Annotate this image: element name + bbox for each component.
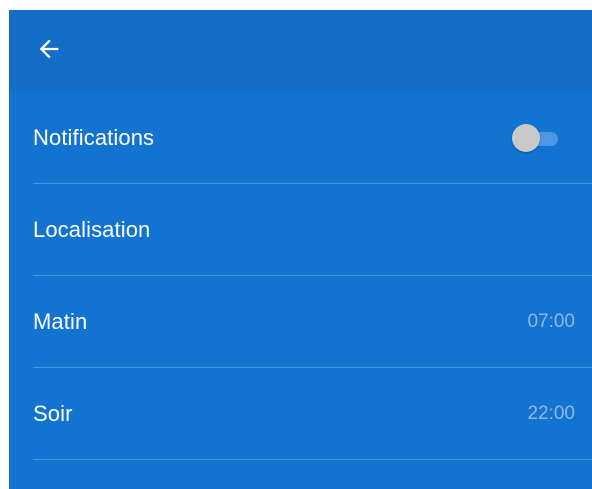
settings-row-matin[interactable]: Matin 07:00 <box>9 276 592 368</box>
matin-label: Matin <box>33 309 88 334</box>
settings-list: Notifications Localisation Matin 07:00 S… <box>9 92 592 460</box>
toggle-thumb <box>512 124 540 152</box>
settings-row-soir[interactable]: Soir 22:00 <box>9 368 592 460</box>
divider <box>33 459 592 460</box>
arrow-left-icon <box>39 39 59 59</box>
notifications-toggle[interactable] <box>512 123 560 153</box>
soir-time-value: 22:00 <box>527 403 575 424</box>
settings-row-localisation[interactable]: Localisation <box>9 184 592 276</box>
settings-screen: Notifications Localisation Matin 07:00 S… <box>9 10 592 489</box>
soir-label: Soir <box>33 401 73 426</box>
notifications-label: Notifications <box>33 125 155 150</box>
matin-time-value: 07:00 <box>527 311 575 332</box>
settings-row-notifications[interactable]: Notifications <box>9 92 592 184</box>
app-bar <box>9 10 592 92</box>
back-button[interactable] <box>35 35 63 63</box>
localisation-label: Localisation <box>33 217 151 242</box>
